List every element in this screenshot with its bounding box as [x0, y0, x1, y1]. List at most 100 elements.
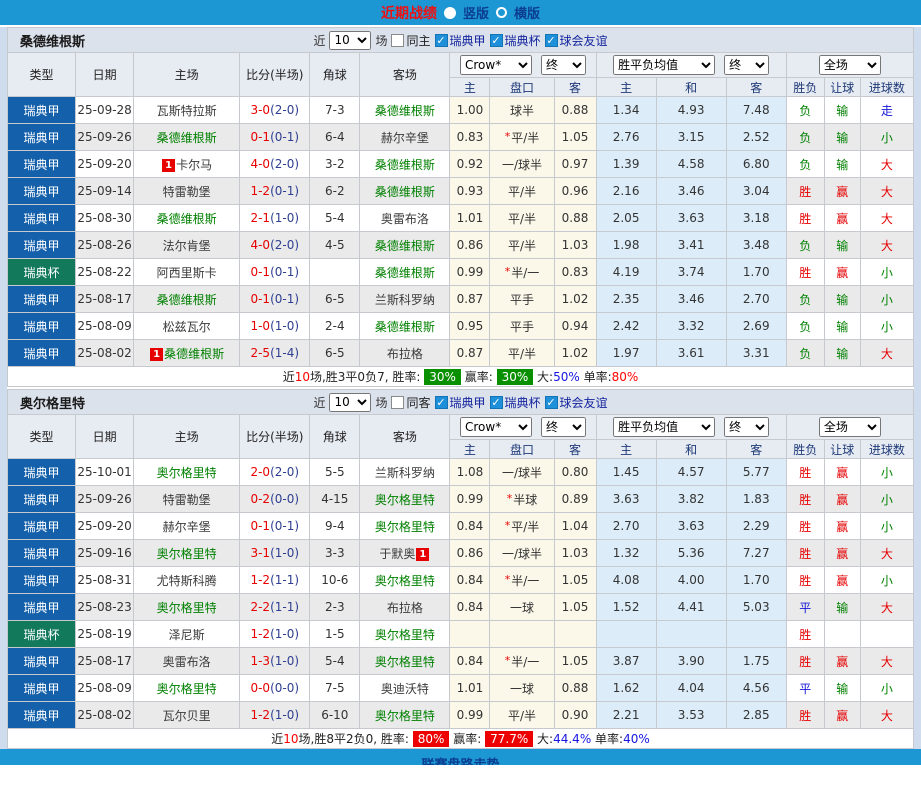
team-link[interactable]: 奥尔格里特	[157, 547, 217, 561]
halftime-score: (0-0)	[270, 492, 299, 506]
same-venue-checkbox[interactable]: 同客	[391, 394, 430, 411]
team-link[interactable]: 赫尔辛堡	[163, 520, 211, 534]
team-link[interactable]: 阿西里斯卡	[157, 266, 217, 280]
team-link[interactable]: 松兹瓦尔	[163, 320, 211, 334]
team-link[interactable]: 奥雷布洛	[163, 655, 211, 669]
team-link[interactable]: 桑德维根斯	[375, 185, 435, 199]
team-link[interactable]: 桑德维根斯	[375, 239, 435, 253]
corner-cell: 3-2	[310, 151, 360, 178]
summary-text: 大:	[533, 732, 553, 746]
team-link[interactable]: 奥尔格里特	[375, 574, 435, 588]
result-handicap: 赢	[824, 540, 860, 567]
team-link[interactable]: 泽尼斯	[169, 628, 205, 642]
home-team-cell: 桑德维根斯	[134, 286, 240, 313]
checked-checkbox-icon: ✓	[545, 396, 558, 409]
recent-count-select[interactable]: 10	[329, 393, 371, 412]
team-link[interactable]: 特雷勒堡	[163, 493, 211, 507]
team-link[interactable]: 卡尔马	[176, 158, 212, 172]
team-link[interactable]: 桑德维根斯	[164, 347, 224, 361]
team-link[interactable]: 桑德维根斯	[375, 266, 435, 280]
result-wdl: 负	[786, 124, 824, 151]
team-link[interactable]: 奥尔格里特	[157, 682, 217, 696]
column-header: 角球	[310, 53, 360, 97]
same-venue-checkbox[interactable]: 同主	[391, 32, 430, 49]
column-header: 比分(半场)	[240, 53, 310, 97]
halftime-score: (0-1)	[270, 519, 299, 533]
vertical-layout-radio[interactable]	[444, 7, 456, 19]
handicap-text: 一/球半	[502, 466, 542, 480]
live-odds-star: *	[505, 130, 511, 143]
team-link[interactable]: 奥尔格里特	[375, 709, 435, 723]
scope-select[interactable]: 全场	[819, 55, 881, 75]
odds-home-win: 1.97	[596, 340, 656, 367]
team-link[interactable]: 桑德维根斯	[157, 212, 217, 226]
scope-select[interactable]: 全场	[819, 417, 881, 437]
odds-away-win: 7.48	[726, 97, 786, 124]
team-link[interactable]: 奥尔格里特	[375, 628, 435, 642]
final-odds-select[interactable]: 终	[541, 55, 586, 75]
final-odds-select[interactable]: 终	[724, 55, 769, 75]
handicap-away-odds: 1.05	[554, 648, 596, 675]
team-link[interactable]: 兰斯科罗纳	[375, 466, 435, 480]
team-link[interactable]: 布拉格	[387, 347, 423, 361]
team-link[interactable]: 兰斯科罗纳	[375, 293, 435, 307]
team-link[interactable]: 于默奥	[379, 547, 415, 561]
match-date: 25-09-14	[76, 178, 134, 205]
bookmaker-select[interactable]: Crow*	[460, 55, 532, 75]
team-link[interactable]: 瓦斯特拉斯	[157, 104, 217, 118]
final-odds-select[interactable]: 终	[724, 417, 769, 437]
league-filter-checkbox[interactable]: ✓瑞典甲	[435, 394, 486, 411]
bookmaker-select[interactable]: Crow*	[460, 417, 532, 437]
league-filter-checkbox[interactable]: ✓球会友谊	[545, 32, 608, 49]
team-link[interactable]: 奥尔格里特	[375, 493, 435, 507]
handicap-text: 平手	[510, 293, 534, 307]
team-link[interactable]: 奥尔格里特	[375, 655, 435, 669]
fulltime-score: 4-0	[250, 157, 270, 171]
match-date: 25-08-02	[76, 340, 134, 367]
corner-cell: 7-5	[310, 675, 360, 702]
league-filter-checkbox[interactable]: ✓瑞典杯	[490, 394, 541, 411]
team-link[interactable]: 桑德维根斯	[375, 104, 435, 118]
wdl-select-wrap: 胜平负均值终	[597, 55, 786, 75]
wdl-average-select[interactable]: 胜平负均值	[613, 55, 715, 75]
handicap-text: 平手	[510, 320, 534, 334]
result-handicap: 赢	[824, 648, 860, 675]
corner-cell: 6-4	[310, 124, 360, 151]
team-link[interactable]: 尤特斯科腾	[157, 574, 217, 588]
away-team-cell: 布拉格	[360, 594, 450, 621]
league-filter-checkbox[interactable]: ✓瑞典甲	[435, 32, 486, 49]
home-team-cell: 尤特斯科腾	[134, 567, 240, 594]
handicap-home-odds: 0.95	[450, 313, 490, 340]
recent-count-select[interactable]: 10	[329, 31, 371, 50]
result-handicap: 输	[824, 97, 860, 124]
result-handicap: 输	[824, 313, 860, 340]
league-filter-checkbox[interactable]: ✓瑞典杯	[490, 32, 541, 49]
horizontal-layout-radio[interactable]	[496, 7, 507, 18]
handicap-odds-group: Crow* 终	[450, 53, 596, 78]
team-link[interactable]: 法尔肯堡	[163, 239, 211, 253]
team-link[interactable]: 奥迪沃特	[381, 682, 429, 696]
result-group: 全场	[786, 53, 913, 78]
team-link[interactable]: 赫尔辛堡	[381, 131, 429, 145]
team-link[interactable]: 桑德维根斯	[157, 131, 217, 145]
final-odds-select[interactable]: 终	[541, 417, 586, 437]
handicap-line: 球半	[490, 97, 554, 124]
wdl-average-select[interactable]: 胜平负均值	[613, 417, 715, 437]
team-link[interactable]: 桑德维根斯	[375, 320, 435, 334]
handicap-home-odds: 0.83	[450, 124, 490, 151]
team-link[interactable]: 瓦尔贝里	[163, 709, 211, 723]
corner-cell: 6-5	[310, 340, 360, 367]
team-link[interactable]: 特雷勒堡	[163, 185, 211, 199]
odds-home-win: 2.21	[596, 702, 656, 729]
team-link[interactable]: 奥雷布洛	[381, 212, 429, 226]
summary-text: 场,胜8平2负0, 胜率:	[299, 732, 413, 746]
team-link[interactable]: 奥尔格里特	[157, 466, 217, 480]
result-goals: 小	[860, 259, 913, 286]
home-team-cell: 桑德维根斯	[134, 124, 240, 151]
team-link[interactable]: 奥尔格里特	[157, 601, 217, 615]
team-link[interactable]: 桑德维根斯	[157, 293, 217, 307]
league-filter-checkbox[interactable]: ✓球会友谊	[545, 394, 608, 411]
team-link[interactable]: 桑德维根斯	[375, 158, 435, 172]
team-link[interactable]: 奥尔格里特	[375, 520, 435, 534]
team-link[interactable]: 布拉格	[387, 601, 423, 615]
